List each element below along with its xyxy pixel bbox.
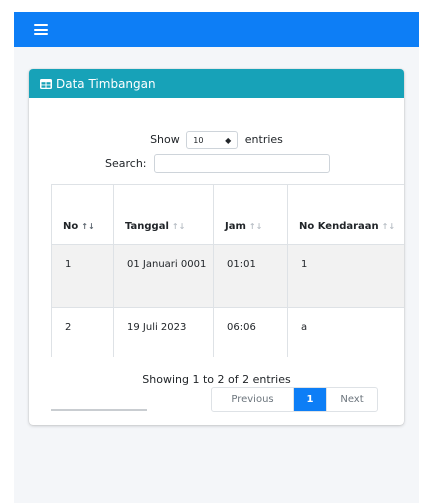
show-label: Show xyxy=(150,133,180,146)
top-navbar xyxy=(14,12,419,47)
next-button[interactable]: Next xyxy=(326,388,377,411)
cell-no-kendaraan: 1 xyxy=(287,244,404,308)
previous-button[interactable]: Previous xyxy=(212,388,294,411)
table-row: 1 01 Januari 0001 01:01 1 xyxy=(51,244,404,308)
page-length-select[interactable]: 10 ◆ xyxy=(186,131,239,149)
column-header-tanggal[interactable]: Tanggal ↑↓ xyxy=(113,184,214,245)
cell-jam: 01:01 xyxy=(213,244,288,308)
app-viewport: Data Timbangan Show 10 ◆ entries Search: xyxy=(14,12,419,503)
column-header-jam[interactable]: Jam ↑↓ xyxy=(213,184,288,245)
cell-tanggal: 19 Juli 2023 xyxy=(113,307,214,357)
sort-asc-icon: ↑↓ xyxy=(81,222,95,231)
data-card: Data Timbangan Show 10 ◆ entries Search: xyxy=(29,69,404,425)
table-icon xyxy=(40,78,52,89)
card-header: Data Timbangan xyxy=(29,69,404,98)
hamburger-icon[interactable] xyxy=(34,24,48,35)
table-row: 2 19 Juli 2023 06:06 a xyxy=(51,307,404,357)
search-label: Search: xyxy=(105,157,147,170)
cell-no: 1 xyxy=(51,244,114,308)
select-caret-icon: ◆ xyxy=(225,136,232,145)
pagination: Previous 1 Next xyxy=(211,387,378,412)
column-header-no-kendaraan[interactable]: No Kendaraan ↑↓ xyxy=(287,184,404,245)
sort-icon: ↑↓ xyxy=(248,222,263,231)
search-input[interactable] xyxy=(153,154,330,173)
column-header-no[interactable]: No ↑↓ xyxy=(51,184,114,245)
table-header-row: No ↑↓ Tanggal ↑↓ Jam ↑↓ No Kendaraan ↑↓ xyxy=(51,184,404,245)
page-length-value: 10 xyxy=(193,136,204,145)
sort-icon: ↑↓ xyxy=(381,222,396,231)
table-scroll-container[interactable]: No↑↓ Tanggal↑↓ Jam↑↓ No Kendaraan↑↓ xyxy=(51,184,404,357)
page-length-control: Show 10 ◆ entries xyxy=(29,131,404,149)
sort-icon: ↑↓ xyxy=(171,222,186,231)
table-info: Showing 1 to 2 of 2 entries xyxy=(142,373,291,386)
data-table: No↑↓ Tanggal↑↓ Jam↑↓ No Kendaraan↑↓ xyxy=(51,184,404,357)
cell-tanggal: 01 Januari 0001 xyxy=(113,244,214,308)
cell-no-kendaraan: a xyxy=(287,307,404,357)
entries-label: entries xyxy=(244,133,283,146)
horizontal-scrollbar[interactable] xyxy=(51,409,147,411)
cell-jam: 06:06 xyxy=(213,307,288,357)
page-1-button[interactable]: 1 xyxy=(294,388,326,411)
cell-no: 2 xyxy=(51,307,114,357)
card-title: Data Timbangan xyxy=(56,76,156,91)
search-control: Search: xyxy=(105,154,330,173)
